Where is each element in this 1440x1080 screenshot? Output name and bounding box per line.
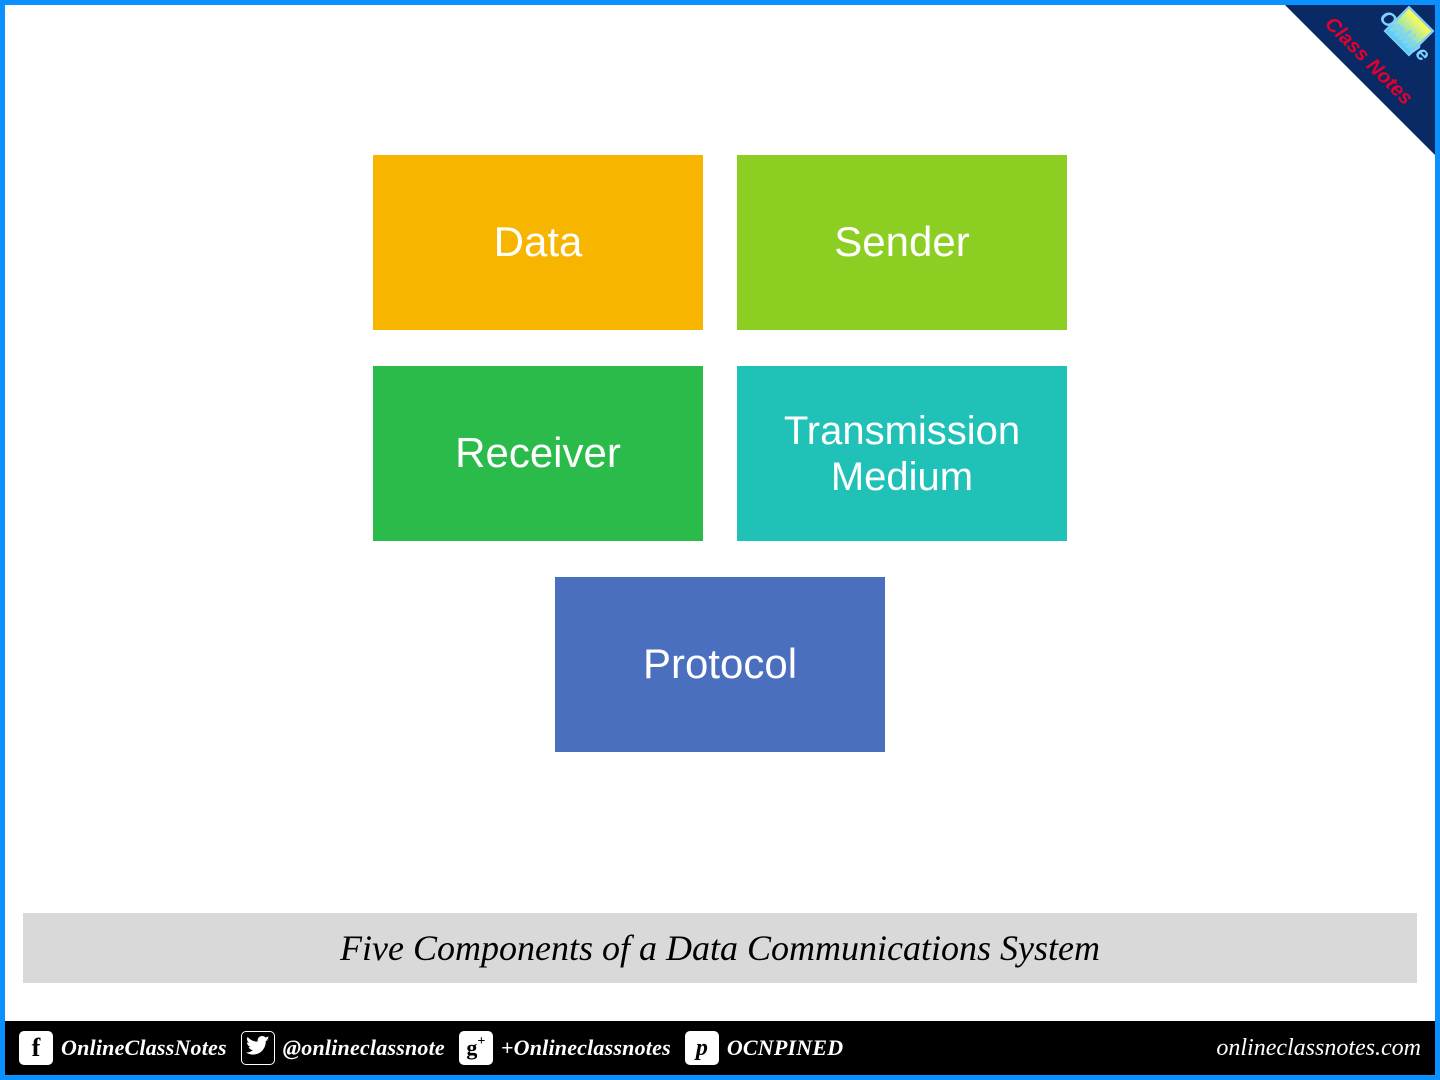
tile-receiver: Receiver — [373, 366, 703, 541]
tile-row-3: Protocol — [555, 577, 885, 752]
tile-receiver-label: Receiver — [455, 429, 621, 477]
ribbon-text-2: Class Notes — [1319, 13, 1416, 110]
tile-medium-line2: Medium — [831, 455, 973, 499]
ribbon-logo-icon — [1384, 6, 1435, 57]
footer-site-link[interactable]: onlineclassnotes.com — [1216, 1035, 1421, 1062]
social-googleplus[interactable]: g+ +Onlineclassnotes — [459, 1031, 671, 1065]
tile-data: Data — [373, 155, 703, 330]
tile-sender-label: Sender — [834, 218, 969, 266]
tile-sender: Sender — [737, 155, 1067, 330]
tile-row-2: Receiver Transmission Medium — [373, 366, 1067, 541]
facebook-icon: f — [19, 1031, 53, 1065]
pinterest-icon: p — [685, 1031, 719, 1065]
ribbon-text-1: Online — [1374, 6, 1434, 66]
social-facebook[interactable]: f OnlineClassNotes — [19, 1031, 227, 1065]
tile-protocol: Protocol — [555, 577, 885, 752]
tile-medium-line1: Transmission — [784, 409, 1020, 453]
footer-bar: f OnlineClassNotes @onlineclassnote g+ +… — [5, 1021, 1435, 1075]
tile-transmission-medium: Transmission Medium — [737, 366, 1067, 541]
tiles-container: Data Sender Receiver Transmission Medium… — [5, 155, 1435, 788]
social-pinterest[interactable]: p OCNPINED — [685, 1031, 844, 1065]
tile-protocol-label: Protocol — [643, 640, 797, 688]
tile-row-1: Data Sender — [373, 155, 1067, 330]
caption-text: Five Components of a Data Communications… — [340, 927, 1100, 969]
googleplus-label: +Onlineclassnotes — [501, 1035, 671, 1061]
caption-bar: Five Components of a Data Communications… — [23, 913, 1417, 983]
ribbon-triangle — [1275, 0, 1440, 165]
social-twitter[interactable]: @onlineclassnote — [241, 1031, 445, 1065]
footer-site-text: onlineclassnotes.com — [1216, 1035, 1421, 1061]
facebook-label: OnlineClassNotes — [61, 1035, 227, 1061]
twitter-label: @onlineclassnote — [283, 1035, 445, 1061]
twitter-icon — [241, 1031, 275, 1065]
pinterest-label: OCNPINED — [727, 1035, 844, 1061]
googleplus-icon: g+ — [459, 1031, 493, 1065]
tile-data-label: Data — [494, 218, 583, 266]
tile-medium-label: Transmission Medium — [784, 408, 1020, 500]
slide-frame: Online Class Notes Data Sender Receiver … — [0, 0, 1440, 1080]
